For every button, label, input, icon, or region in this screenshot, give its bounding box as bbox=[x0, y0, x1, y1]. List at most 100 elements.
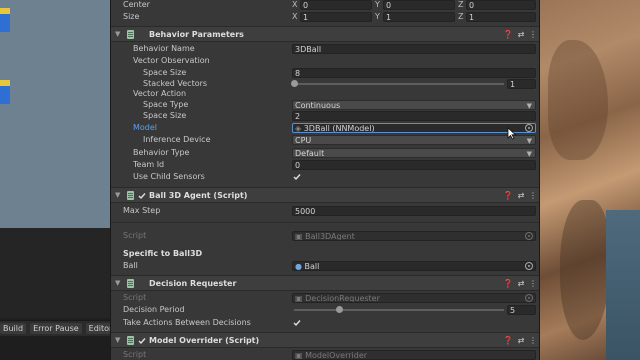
dropdown-arrow-icon: ▼ bbox=[526, 137, 532, 145]
object-picker-icon[interactable] bbox=[525, 262, 533, 270]
space-type-dropdown[interactable]: Continuous ▼ bbox=[292, 100, 536, 110]
script-label: Script bbox=[123, 231, 147, 240]
dr-script-value: DecisionRequester bbox=[305, 294, 380, 303]
decision-requester-header[interactable]: ▼ Decision Requester ❓ ⇄ ⋮ bbox=[111, 275, 539, 291]
max-step-field[interactable]: 5000 bbox=[292, 206, 536, 216]
object-picker-icon bbox=[525, 232, 533, 240]
checkbox-icon bbox=[293, 174, 301, 181]
scene-view[interactable]: Build Error Pause Editor ▾ bbox=[0, 0, 122, 360]
more-icon[interactable]: ⋮ bbox=[528, 190, 538, 202]
object-picker-icon[interactable] bbox=[525, 124, 533, 132]
behavior-type-value: Default bbox=[295, 149, 325, 158]
use-child-sensors-label: Use Child Sensors bbox=[133, 172, 205, 181]
obs-space-size-field[interactable]: 8 bbox=[292, 68, 536, 78]
behavior-type-label: Behavior Type bbox=[133, 148, 190, 157]
object-picker-icon bbox=[525, 294, 533, 302]
mo-script-field: ▣ ModelOverrider bbox=[292, 350, 536, 360]
use-child-sensors-checkbox[interactable] bbox=[293, 173, 301, 181]
slider-knob[interactable] bbox=[291, 80, 298, 87]
agent-script-value: Ball3DAgent bbox=[305, 232, 355, 241]
center-x-field[interactable]: 0 bbox=[300, 0, 372, 10]
presets-icon[interactable]: ⇄ bbox=[516, 335, 526, 347]
x-axis-label: X bbox=[292, 12, 298, 21]
component-icon bbox=[127, 30, 134, 39]
use-child-sensors-row: Use Child Sensors bbox=[111, 171, 539, 183]
more-icon[interactable]: ⋮ bbox=[528, 29, 538, 41]
z-axis-label: Z bbox=[458, 0, 464, 9]
wallpaper-sea bbox=[606, 210, 640, 360]
presets-icon[interactable]: ⇄ bbox=[516, 29, 526, 41]
center-z-field[interactable]: 0 bbox=[466, 0, 536, 10]
ball-field[interactable]: ● Ball bbox=[292, 261, 536, 271]
component-title: Model Overrider (Script) bbox=[149, 336, 260, 345]
component-icon bbox=[127, 336, 134, 345]
size-x-field[interactable]: 1 bbox=[300, 12, 372, 22]
behavior-name-field[interactable]: 3DBall bbox=[292, 44, 536, 54]
slider-knob[interactable] bbox=[336, 306, 343, 313]
dr-script-row: Script ▣ DecisionRequester bbox=[111, 292, 539, 304]
agent-script-field: ▣ Ball3DAgent bbox=[292, 231, 536, 241]
component-title: Ball 3D Agent (Script) bbox=[149, 191, 248, 200]
desktop-wallpaper bbox=[540, 0, 640, 360]
build-button[interactable]: Build bbox=[0, 323, 27, 334]
inspector-panel: Center X 0 Y 0 Z 0 Size X 1 Y 1 Z 1 ▼ Be… bbox=[110, 0, 540, 360]
behavior-type-dropdown[interactable]: Default ▼ bbox=[292, 148, 536, 158]
dropdown-arrow-icon: ▼ bbox=[526, 150, 532, 158]
divider bbox=[111, 222, 539, 223]
presets-icon[interactable]: ⇄ bbox=[516, 278, 526, 290]
error-pause-button[interactable]: Error Pause bbox=[30, 323, 82, 334]
ball-label: Ball bbox=[123, 261, 138, 270]
size-y-field[interactable]: 1 bbox=[383, 12, 455, 22]
console-area bbox=[0, 228, 110, 318]
help-icon[interactable]: ❓ bbox=[503, 335, 513, 347]
help-icon[interactable]: ❓ bbox=[503, 190, 513, 202]
team-id-row: Team Id 0 bbox=[111, 159, 539, 171]
mo-script-row: Script ▣ ModelOverrider bbox=[111, 349, 539, 360]
script-label: Script bbox=[123, 293, 147, 302]
behavior-name-label: Behavior Name bbox=[133, 44, 195, 53]
asset-icon: ◈ bbox=[295, 124, 302, 133]
inference-device-dropdown[interactable]: CPU ▼ bbox=[292, 135, 536, 145]
model-field[interactable]: ◈ 3DBall (NNModel) bbox=[292, 123, 536, 133]
wallpaper-rock bbox=[548, 40, 608, 160]
fold-arrow-icon[interactable]: ▼ bbox=[115, 279, 120, 287]
decision-period-field[interactable]: 5 bbox=[507, 305, 536, 315]
stacked-vectors-slider[interactable] bbox=[294, 83, 504, 85]
dropdown-arrow-icon: ▼ bbox=[526, 102, 532, 110]
more-icon[interactable]: ⋮ bbox=[528, 335, 538, 347]
more-icon[interactable]: ⋮ bbox=[528, 278, 538, 290]
take-actions-label: Take Actions Between Decisions bbox=[123, 318, 251, 327]
model-label: Model bbox=[133, 123, 158, 132]
take-actions-checkbox[interactable] bbox=[293, 319, 301, 327]
act-space-size-field[interactable]: 2 bbox=[292, 111, 536, 121]
decision-period-label: Decision Period bbox=[123, 305, 185, 314]
checkbox-icon bbox=[293, 320, 301, 327]
component-title: Behavior Parameters bbox=[149, 30, 244, 39]
agent-script-row: Script ▣ Ball3DAgent bbox=[111, 230, 539, 242]
act-space-size-row: Space Size 2 bbox=[111, 110, 539, 122]
checkbox-icon bbox=[138, 193, 146, 200]
fold-arrow-icon[interactable]: ▼ bbox=[115, 30, 120, 38]
ball-agent-header[interactable]: ▼ Ball 3D Agent (Script) ❓ ⇄ ⋮ bbox=[111, 187, 539, 203]
model-overrider-header[interactable]: ▼ Model Overrider (Script) ❓ ⇄ ⋮ bbox=[111, 332, 539, 348]
behavior-parameters-header[interactable]: ▼ Behavior Parameters ❓ ⇄ ⋮ bbox=[111, 26, 539, 42]
fold-arrow-icon[interactable]: ▼ bbox=[115, 191, 120, 199]
mo-script-value: ModelOverrider bbox=[305, 351, 368, 360]
y-axis-label: Y bbox=[375, 0, 380, 9]
mouse-cursor-icon bbox=[507, 127, 517, 140]
team-id-field[interactable]: 0 bbox=[292, 160, 536, 170]
section-header-row: Specific to Ball3D bbox=[111, 248, 539, 260]
size-z-field[interactable]: 1 bbox=[466, 12, 536, 22]
component-enabled-checkbox[interactable] bbox=[138, 192, 146, 200]
scene-viewport[interactable] bbox=[0, 0, 110, 228]
help-icon[interactable]: ❓ bbox=[503, 278, 513, 290]
fold-arrow-icon[interactable]: ▼ bbox=[115, 336, 120, 344]
decision-period-slider[interactable] bbox=[294, 309, 504, 311]
model-row: Model ◈ 3DBall (NNModel) bbox=[111, 122, 539, 134]
script-icon: ▣ bbox=[295, 232, 303, 241]
presets-icon[interactable]: ⇄ bbox=[516, 190, 526, 202]
center-y-field[interactable]: 0 bbox=[383, 0, 455, 10]
help-icon[interactable]: ❓ bbox=[503, 29, 513, 41]
component-enabled-checkbox[interactable] bbox=[138, 337, 146, 345]
center-label: Center bbox=[123, 0, 150, 9]
